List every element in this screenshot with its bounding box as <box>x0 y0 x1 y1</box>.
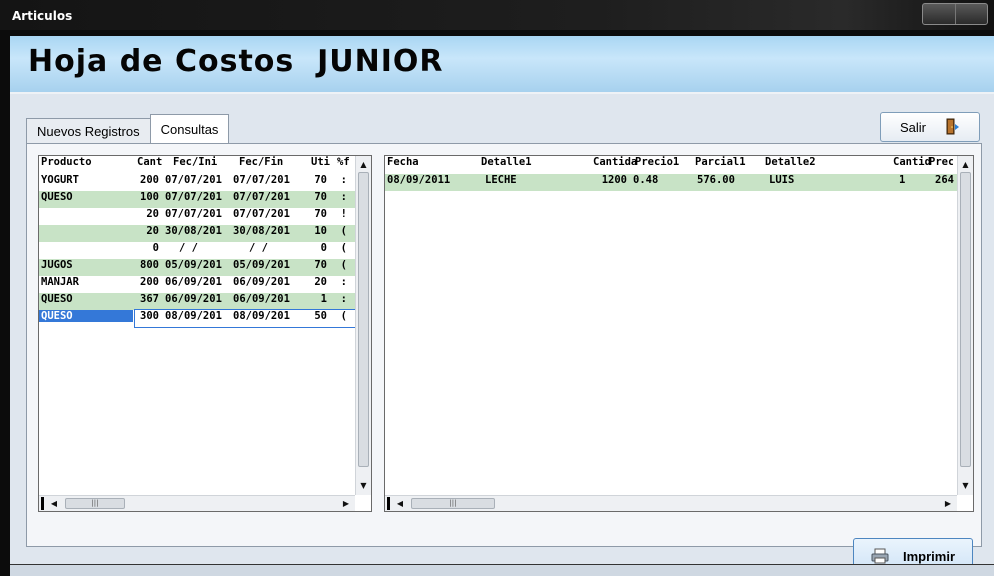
table-row[interactable]: 20 07/07/201 07/07/201 70 ! <box>39 208 355 225</box>
col-header-cantida[interactable]: Cantida <box>593 156 637 168</box>
table-row[interactable]: 0 / / / / 0 ( <box>39 242 355 259</box>
col-header-prec[interactable]: Prec <box>929 156 953 168</box>
scroll-thumb[interactable] <box>960 172 971 467</box>
maximize-button[interactable] <box>956 4 988 24</box>
detalle-horizontal-scrollbar[interactable]: ◀ ||| ▶ <box>385 495 957 511</box>
scroll-down-icon[interactable]: ▼ <box>958 479 973 493</box>
table-row[interactable]: MANJAR 200 06/09/201 06/09/201 20 : <box>39 276 355 293</box>
scroll-marker <box>41 497 44 510</box>
salir-button[interactable]: Salir <box>880 112 980 142</box>
imprimir-label: Imprimir <box>902 548 955 564</box>
scroll-left-icon[interactable]: ◀ <box>393 496 407 511</box>
scroll-thumb[interactable]: ||| <box>411 498 495 509</box>
col-header-pct[interactable]: %f <box>337 156 353 168</box>
detalle-vertical-scrollbar[interactable]: ▲ ▼ <box>957 156 973 495</box>
col-header-detalle1[interactable]: Detalle1 <box>481 156 571 168</box>
col-header-precio1[interactable]: Precio1 <box>635 156 687 168</box>
tab-nuevos-registros[interactable]: Nuevos Registros <box>26 118 151 144</box>
exit-door-icon <box>946 118 959 135</box>
scroll-marker <box>387 497 390 510</box>
status-strip <box>10 564 994 576</box>
scroll-thumb[interactable]: ||| <box>65 498 125 509</box>
detalle-grid[interactable]: Fecha Detalle1 Cantida Precio1 Parcial1 … <box>384 155 974 512</box>
table-row[interactable]: 08/09/2011 LECHE 1200 0.48 576.00 LUIS 1… <box>385 174 957 191</box>
header-banner: Hoja de Costos JUNIOR <box>10 36 994 92</box>
productos-horizontal-scrollbar[interactable]: ◀ ||| ▶ <box>39 495 355 511</box>
tab-strip: Nuevos Registros Consultas <box>26 114 230 144</box>
table-row[interactable]: JUGOS 800 05/09/201 05/09/201 70 ( <box>39 259 355 276</box>
scroll-right-icon[interactable]: ▶ <box>941 496 955 511</box>
table-row[interactable]: YOGURT 200 07/07/201 07/07/201 70 : <box>39 174 355 191</box>
scroll-up-icon[interactable]: ▲ <box>958 158 973 172</box>
window-title: Articulos <box>12 9 73 23</box>
col-header-parcial1[interactable]: Parcial1 <box>695 156 759 168</box>
table-row[interactable]: QUESO 367 06/09/201 06/09/201 1 : <box>39 293 355 310</box>
printer-icon <box>871 548 889 564</box>
col-header-fecha[interactable]: Fecha <box>387 156 477 168</box>
tab-consultas[interactable]: Consultas <box>149 114 230 144</box>
scroll-up-icon[interactable]: ▲ <box>356 158 371 172</box>
scroll-down-icon[interactable]: ▼ <box>356 479 371 493</box>
col-header-cant[interactable]: Cant <box>137 156 167 168</box>
minimize-button[interactable] <box>923 4 956 24</box>
col-header-producto[interactable]: Producto <box>41 156 131 168</box>
scroll-left-icon[interactable]: ◀ <box>47 496 61 511</box>
app-window: Articulos Hoja de Costos JUNIOR Nuevos R… <box>0 0 994 576</box>
productos-grid[interactable]: Producto Cant Fec/Ini Fec/Fin Uti %f YOG… <box>38 155 372 512</box>
title-bar: Articulos <box>0 0 994 30</box>
table-row[interactable]: 20 30/08/201 30/08/201 10 ( <box>39 225 355 242</box>
scroll-thumb[interactable] <box>358 172 369 467</box>
table-row[interactable]: QUESO 100 07/07/201 07/07/201 70 : <box>39 191 355 208</box>
col-header-detalle2[interactable]: Detalle2 <box>765 156 855 168</box>
scroll-right-icon[interactable]: ▶ <box>339 496 353 511</box>
page-title: Hoja de Costos JUNIOR <box>28 44 444 79</box>
productos-vertical-scrollbar[interactable]: ▲ ▼ <box>355 156 371 495</box>
col-header-fec-ini[interactable]: Fec/Ini <box>173 156 227 168</box>
col-header-fec-fin[interactable]: Fec/Fin <box>239 156 293 168</box>
col-header-uti[interactable]: Uti <box>311 156 333 168</box>
salir-label: Salir <box>899 119 926 135</box>
window-controls[interactable] <box>922 3 988 25</box>
table-row-selected[interactable]: QUESO 300 08/09/201 08/09/201 50 ( <box>39 309 356 328</box>
